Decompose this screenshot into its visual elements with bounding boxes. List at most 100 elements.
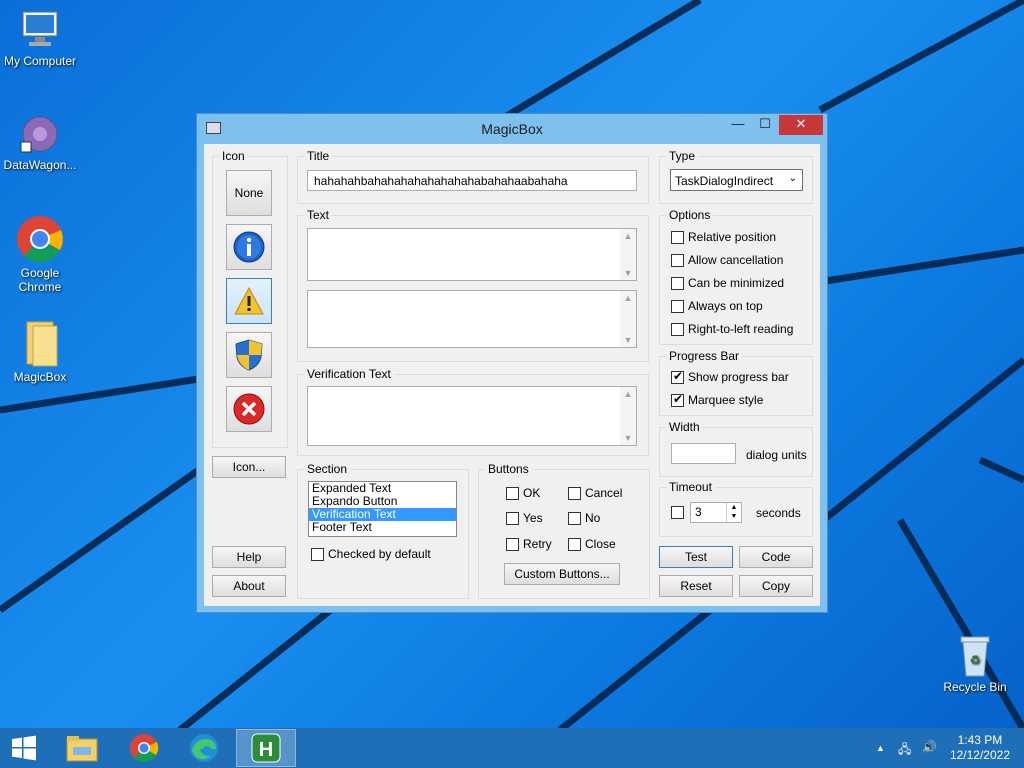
taskbar-magicbox[interactable]: H (236, 729, 296, 767)
timeout-group-label: Timeout (666, 480, 715, 494)
width-units-label: dialog units (746, 448, 807, 462)
checkbox-box[interactable] (671, 392, 684, 407)
warning-icon (234, 286, 264, 315)
show-hidden-icons-icon[interactable]: ▲ (876, 743, 885, 753)
desktop-icon-label: DataWagon... (3, 158, 77, 172)
progress-bar-group-label: Progress Bar (666, 349, 743, 363)
checkbox-box[interactable] (311, 547, 324, 561)
verification-group-label: Verification Text (304, 367, 394, 381)
allow-cancellation-checkbox[interactable]: Allow cancellation (671, 253, 783, 267)
vertical-scrollbar[interactable]: ▲ ▼ (620, 229, 636, 280)
title-bar[interactable]: MagicBox — ☐ ✕ (197, 114, 827, 144)
chrome-icon (17, 216, 63, 263)
checkbox-box[interactable] (671, 506, 684, 519)
desktop-icon-label: Recycle Bin (943, 680, 1007, 694)
checkbox-box[interactable] (671, 369, 684, 384)
desktop-icon-label: MagicBox (13, 370, 67, 384)
section-group-label: Section (304, 462, 351, 476)
timeout-spinner[interactable]: 3 ▲ ▼ (690, 502, 742, 523)
checkbox-label: Relative position (688, 230, 777, 244)
expanded-text-input[interactable]: ▲ ▼ (307, 290, 637, 348)
recycle-bin-icon: ♻ (960, 636, 990, 677)
desktop-icon-datawagon[interactable]: DataWagon... (0, 112, 80, 172)
checkbox-box[interactable] (671, 322, 684, 336)
edge-icon (190, 734, 218, 762)
start-button[interactable] (0, 729, 48, 767)
checkbox-label: Show progress bar (688, 370, 789, 384)
reset-button[interactable]: Reset (659, 575, 733, 597)
svg-text:H: H (259, 739, 273, 761)
help-button[interactable]: Help (212, 546, 286, 568)
about-button[interactable]: About (212, 575, 286, 597)
vertical-scrollbar[interactable]: ▲ ▼ (620, 291, 636, 347)
minimize-button[interactable]: — (725, 115, 751, 135)
text-group-label: Text (304, 208, 333, 222)
checkbox-box[interactable] (671, 253, 684, 267)
title-input[interactable]: hahahahbahahahahahahahahabahahaabahaha (307, 170, 637, 191)
title-group-label: Title (304, 149, 333, 163)
custom-buttons-button[interactable]: Custom Buttons... (504, 563, 620, 585)
datawagon-icon (20, 116, 58, 153)
close-checkbox[interactable]: Close (568, 537, 616, 551)
desktop-icon-google-chrome[interactable]: Google Chrome (0, 214, 80, 294)
main-text-input[interactable]: ▲ ▼ (307, 228, 637, 281)
options-group-label: Options (666, 208, 714, 222)
chevron-down-icon[interactable]: ⌄ (789, 173, 797, 184)
icon-browse-button[interactable]: Icon... (212, 456, 286, 478)
icon-info-button[interactable] (226, 224, 272, 270)
checkbox-box[interactable] (568, 486, 581, 500)
checkbox-box[interactable] (506, 511, 519, 525)
checkbox-label: Right-to-left reading (688, 322, 794, 336)
retry-checkbox[interactable]: Retry (506, 537, 552, 551)
type-group-label: Type (666, 149, 699, 163)
marquee-style-checkbox[interactable]: Marquee style (671, 392, 763, 407)
width-input[interactable] (671, 443, 736, 464)
icon-none-button[interactable]: None (226, 170, 272, 216)
timeout-checkbox[interactable] (671, 506, 688, 519)
can-be-minimized-checkbox[interactable]: Can be minimized (671, 276, 784, 290)
close-button[interactable]: ✕ (779, 115, 823, 135)
checkbox-box[interactable] (671, 299, 684, 313)
desktop-icon-my-computer[interactable]: My Computer (0, 8, 80, 68)
taskbar-edge[interactable] (174, 729, 234, 767)
system-clock[interactable]: 1:43 PM 12/12/2022 (950, 733, 1010, 763)
always-on-top-checkbox[interactable]: Always on top (671, 299, 763, 313)
icon-warning-button[interactable] (226, 278, 272, 324)
taskbar-chrome[interactable] (114, 729, 174, 767)
ok-checkbox[interactable]: OK (506, 486, 540, 500)
verification-text-input[interactable]: ▲ ▼ (307, 386, 637, 446)
checkbox-box[interactable] (671, 230, 684, 244)
checkbox-label: Allow cancellation (688, 253, 784, 267)
vertical-scrollbar[interactable]: ▲ ▼ (620, 387, 636, 445)
checkbox-box[interactable] (568, 511, 581, 525)
no-checkbox[interactable]: No (568, 511, 600, 525)
section-listbox[interactable]: Expanded Text Expando Button Verificatio… (308, 481, 457, 537)
test-button[interactable]: Test (659, 546, 733, 568)
network-icon[interactable]: 🖧 (898, 740, 911, 761)
icon-error-button[interactable] (226, 386, 272, 432)
spinner-arrows-icon[interactable]: ▲ ▼ (726, 503, 741, 522)
relative-position-checkbox[interactable]: Relative position (671, 230, 776, 244)
cancel-checkbox[interactable]: Cancel (568, 486, 622, 500)
maximize-button[interactable]: ☐ (752, 115, 778, 135)
yes-checkbox[interactable]: Yes (506, 511, 543, 525)
checkbox-box[interactable] (506, 537, 519, 551)
checked-by-default-checkbox[interactable]: Checked by default (311, 547, 431, 561)
volume-icon[interactable]: 🔊 (922, 740, 937, 754)
type-dropdown[interactable]: TaskDialogIndirect ⌄ (670, 169, 803, 191)
icon-shield-button[interactable] (226, 332, 272, 378)
checkbox-label: Always on top (688, 299, 763, 313)
taskbar-file-explorer[interactable] (52, 729, 112, 767)
checkbox-label: OK (523, 486, 541, 500)
checkbox-box[interactable] (568, 537, 581, 551)
list-item[interactable]: Footer Text (309, 521, 456, 534)
show-progress-bar-checkbox[interactable]: Show progress bar (671, 369, 789, 384)
desktop-icon-magicbox[interactable]: MagicBox (0, 318, 80, 384)
desktop-icon-recycle-bin[interactable]: ♻ Recycle Bin (935, 632, 1015, 694)
checkbox-box[interactable] (506, 486, 519, 500)
code-button[interactable]: Code (739, 546, 813, 568)
checkbox-label: Yes (523, 511, 543, 525)
rtl-reading-checkbox[interactable]: Right-to-left reading (671, 322, 793, 336)
checkbox-box[interactable] (671, 276, 684, 290)
copy-button[interactable]: Copy (739, 575, 813, 597)
